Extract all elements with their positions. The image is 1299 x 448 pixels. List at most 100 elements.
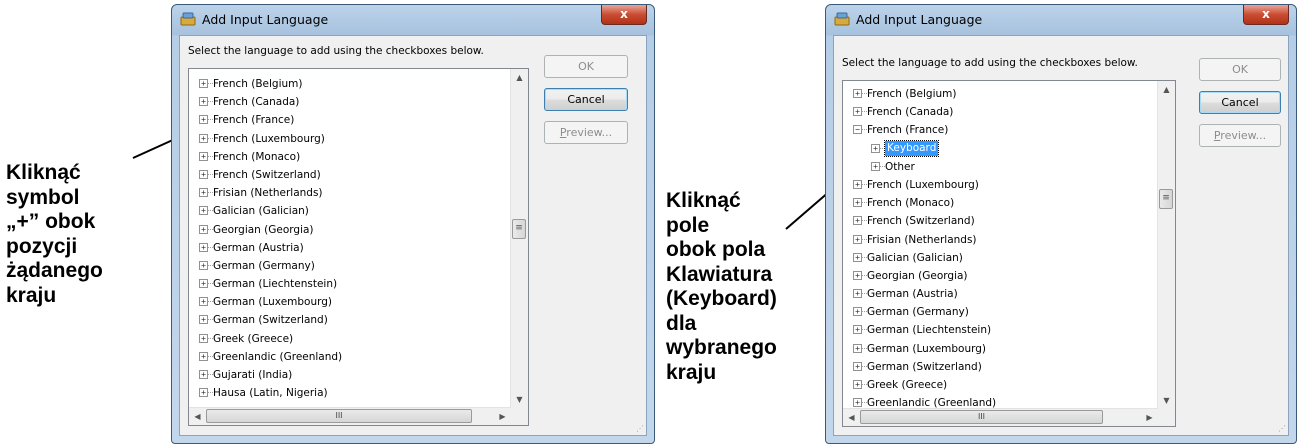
expand-icon[interactable]: +	[199, 260, 208, 270]
expand-icon[interactable]: +	[199, 370, 208, 379]
preview-button[interactable]: Preview...	[1199, 124, 1281, 147]
tree-item-label[interactable]: French (Monaco)	[213, 148, 300, 166]
tree-item-label[interactable]: German (Austria)	[867, 285, 958, 303]
tree-item-label[interactable]: French (France)	[213, 111, 294, 129]
vertical-scrollbar[interactable]: ▲ ≡ ▼	[510, 69, 528, 408]
tree-item-label[interactable]: German (Austria)	[213, 239, 304, 257]
tree-item-label[interactable]: Galician (Galician)	[213, 202, 309, 220]
expand-icon[interactable]: +	[853, 216, 862, 226]
scroll-left-icon[interactable]: ◀	[189, 408, 206, 425]
tree-item-label[interactable]: French (Canada)	[867, 103, 953, 121]
expand-icon[interactable]: +	[853, 89, 862, 98]
preview-button[interactable]: Preview...	[544, 121, 628, 144]
expand-icon[interactable]: +	[853, 179, 862, 189]
tree-item-label[interactable]: French (Belgium)	[213, 75, 302, 93]
expand-icon[interactable]: +	[199, 279, 208, 289]
tree-item-label[interactable]: Frisian (Netherlands)	[867, 231, 977, 249]
tree-item-label[interactable]: Greek (Greece)	[213, 330, 293, 348]
horizontal-scrollbar[interactable]: ◀ III ▶	[189, 407, 511, 425]
horizontal-scroll-thumb[interactable]: III	[860, 410, 1103, 424]
expand-icon[interactable]: +	[199, 97, 208, 107]
expand-icon[interactable]: +	[199, 315, 208, 325]
expand-icon[interactable]: +	[853, 307, 862, 317]
language-tree[interactable]: + French (Belgium) + French (Canada) − French…	[842, 80, 1176, 427]
language-tree[interactable]: + French (Belgium) + French (Canada) + French…	[188, 68, 529, 426]
resize-grip-icon[interactable]: ⋰	[1278, 425, 1286, 433]
expand-icon[interactable]: +	[199, 188, 208, 198]
scroll-thumb[interactable]: ≡	[512, 219, 526, 239]
dialog-title: Add Input Language	[202, 12, 329, 27]
expand-icon[interactable]: +	[853, 289, 862, 299]
close-button[interactable]: x	[1243, 5, 1289, 25]
tree-item-label[interactable]: German (Germany)	[867, 303, 969, 321]
tree-item-label[interactable]: German (Switzerland)	[867, 358, 982, 376]
tree-item-label[interactable]: Hausa (Latin, Nigeria)	[213, 384, 328, 402]
scroll-down-icon[interactable]: ▼	[1158, 392, 1175, 409]
ok-button[interactable]: OK	[1199, 58, 1281, 81]
collapse-icon[interactable]: −	[853, 125, 862, 135]
tree-item-label[interactable]: Galician (Galician)	[867, 249, 963, 267]
resize-grip-icon[interactable]: ⋰	[636, 425, 644, 433]
expand-icon[interactable]: +	[199, 297, 208, 307]
tree-item-label[interactable]: German (Liechtenstein)	[213, 275, 337, 293]
scroll-down-icon[interactable]: ▼	[511, 391, 528, 408]
scroll-thumb[interactable]: ≡	[1159, 189, 1173, 209]
expand-icon[interactable]: +	[199, 224, 208, 234]
horizontal-scroll-thumb[interactable]: III	[206, 409, 472, 423]
tree-item-label[interactable]: German (Germany)	[213, 257, 315, 275]
tree-item-label[interactable]: French (Switzerland)	[867, 212, 975, 230]
tree-item-label[interactable]: German (Luxembourg)	[867, 340, 986, 358]
expand-icon[interactable]: +	[853, 252, 862, 262]
expand-icon[interactable]: +	[199, 242, 208, 252]
tree-item-label[interactable]: French (Monaco)	[867, 194, 954, 212]
horizontal-scrollbar[interactable]: ◀ III ▶	[843, 408, 1158, 426]
tree-item-label[interactable]: French (Luxembourg)	[213, 130, 325, 148]
expand-icon[interactable]: +	[853, 325, 862, 335]
expand-icon[interactable]: +	[853, 380, 862, 389]
tree-item-label[interactable]: German (Luxembourg)	[213, 293, 332, 311]
scroll-up-icon[interactable]: ▲	[1158, 81, 1175, 98]
cancel-button[interactable]: Cancel	[544, 88, 628, 111]
expand-icon[interactable]: +	[199, 333, 208, 343]
vertical-scrollbar[interactable]: ▲ ≡ ▼	[1157, 81, 1175, 409]
tree-item-label[interactable]: Gujarati (India)	[213, 366, 292, 384]
expand-icon[interactable]: +	[853, 270, 862, 280]
expand-icon[interactable]: +	[853, 107, 862, 117]
expand-icon[interactable]: +	[853, 234, 862, 244]
expand-icon[interactable]: +	[853, 343, 862, 353]
tree-item-label[interactable]: French (Belgium)	[867, 85, 956, 103]
expand-icon[interactable]: +	[853, 361, 862, 371]
scroll-right-icon[interactable]: ▶	[1141, 409, 1158, 426]
tree-item-label[interactable]: Greek (Greece)	[867, 376, 947, 394]
tree-item-label[interactable]: Greenlandic (Greenland)	[213, 348, 342, 366]
scroll-left-icon[interactable]: ◀	[843, 409, 860, 426]
expand-icon[interactable]: +	[853, 198, 862, 208]
expand-icon[interactable]: +	[199, 115, 208, 125]
expand-icon[interactable]: +	[199, 151, 208, 161]
expand-icon[interactable]: +	[199, 388, 208, 398]
close-button[interactable]: x	[601, 5, 647, 25]
expand-icon[interactable]: +	[871, 143, 880, 153]
expand-icon[interactable]: +	[199, 169, 208, 179]
expand-icon[interactable]: +	[199, 206, 208, 216]
scroll-up-icon[interactable]: ▲	[511, 69, 528, 86]
cancel-button[interactable]: Cancel	[1199, 91, 1281, 114]
expand-icon[interactable]: +	[199, 351, 208, 361]
tree-item-label[interactable]: Keyboard	[883, 139, 940, 157]
ok-button[interactable]: OK	[544, 55, 628, 78]
tree-item-label[interactable]: Georgian (Georgia)	[213, 221, 314, 239]
scroll-right-icon[interactable]: ▶	[494, 408, 511, 425]
expand-icon[interactable]: +	[199, 79, 208, 88]
tree-item-label[interactable]: Georgian (Georgia)	[867, 267, 968, 285]
expand-icon[interactable]: +	[853, 398, 862, 408]
tree-item-label[interactable]: German (Liechtenstein)	[867, 321, 991, 339]
tree-item-label[interactable]: Frisian (Netherlands)	[213, 184, 323, 202]
tree-item-label[interactable]: Other	[885, 158, 915, 176]
tree-item-label[interactable]: French (France)	[867, 121, 948, 139]
expand-icon[interactable]: +	[199, 133, 208, 143]
tree-item-label[interactable]: German (Switzerland)	[213, 311, 328, 329]
expand-icon[interactable]: +	[871, 161, 880, 171]
tree-item-label[interactable]: French (Switzerland)	[213, 166, 321, 184]
tree-item-label[interactable]: French (Luxembourg)	[867, 176, 979, 194]
tree-item-label[interactable]: French (Canada)	[213, 93, 299, 111]
